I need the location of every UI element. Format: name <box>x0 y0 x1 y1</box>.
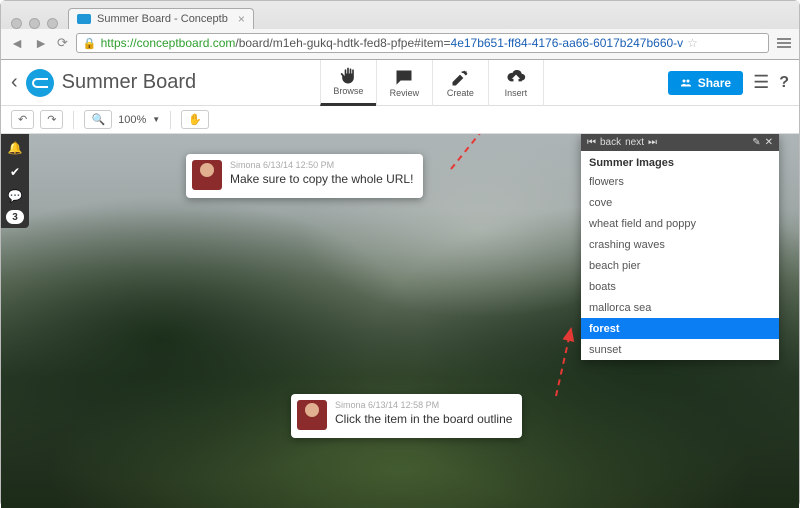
undo-button[interactable]: ↶ <box>11 110 34 129</box>
browser-tab-bar: Summer Board - Conceptb × <box>1 1 799 29</box>
outline-item[interactable]: sunset <box>581 339 779 360</box>
outline-item[interactable]: boats <box>581 276 779 297</box>
url-hash-prefix: #item= <box>414 36 450 50</box>
comment-text: Click the item in the board outline <box>335 412 512 426</box>
comment-icon[interactable]: 💬 <box>5 186 25 206</box>
outline-last-icon[interactable]: ⏭ <box>648 137 657 148</box>
app-logo[interactable] <box>26 69 54 97</box>
outline-panel: ⏮ back next ⏭ ✎ ✕ Summer Images flowersc… <box>581 134 779 360</box>
comment-author: Simona <box>335 400 366 410</box>
tool-review[interactable]: Review <box>376 60 432 106</box>
comment-timestamp: 6/13/14 12:58 PM <box>368 400 439 410</box>
outline-back-button[interactable]: back <box>600 137 621 148</box>
tool-label: Insert <box>505 88 528 98</box>
outline-first-icon[interactable]: ⏮ <box>587 137 596 148</box>
zoom-toolbar: ↶ ↷ 🔍 100% ▼ ✋ <box>1 106 799 134</box>
pencil-text-icon <box>450 68 470 88</box>
outline-list-icon[interactable]: ☰ <box>753 72 769 93</box>
favicon <box>77 14 91 24</box>
divider <box>73 111 74 129</box>
board-canvas[interactable]: 🔔 ✔ 💬 3 Simona 6/13/14 12:50 PM Make sur… <box>1 134 799 508</box>
nav-reload-icon[interactable]: ⟳ <box>57 35 68 51</box>
url-host: conceptboard.com <box>137 36 236 50</box>
board-title: Summer Board <box>62 71 197 94</box>
help-icon[interactable]: ? <box>779 74 789 92</box>
url-scheme: https:// <box>101 36 137 50</box>
browser-chrome: Summer Board - Conceptb × ◄ ► ⟳ 🔒 https:… <box>1 1 799 60</box>
speech-check-icon <box>394 68 414 88</box>
tab-close-icon[interactable]: × <box>238 12 245 26</box>
nav-back-icon[interactable]: ◄ <box>9 35 25 51</box>
outline-item[interactable]: wheat field and poppy <box>581 213 779 234</box>
bookmark-star-icon[interactable]: ☆ <box>687 36 698 50</box>
outline-edit-icon[interactable]: ✎ <box>752 137 760 148</box>
share-button[interactable]: Share <box>668 71 743 95</box>
tab-title: Summer Board - Conceptb <box>97 13 228 25</box>
left-activity-rail: 🔔 ✔ 💬 3 <box>1 134 29 228</box>
comment-text: Make sure to copy the whole URL! <box>230 172 413 186</box>
comment-card[interactable]: Simona 6/13/14 12:58 PM Click the item i… <box>291 394 522 438</box>
tool-browse[interactable]: Browse <box>320 60 376 106</box>
url-hash-highlight: 4e17b651-ff84-4176-aa66-6017b247b660-v <box>451 36 684 50</box>
pan-tool-button[interactable]: ✋ <box>181 110 209 129</box>
browser-tab[interactable]: Summer Board - Conceptb × <box>68 8 254 29</box>
comment-card[interactable]: Simona 6/13/14 12:50 PM Make sure to cop… <box>186 154 423 198</box>
tool-create[interactable]: Create <box>432 60 488 106</box>
window-controls[interactable] <box>11 18 58 29</box>
lock-icon: 🔒 <box>83 37 97 50</box>
redo-button[interactable]: ↷ <box>40 110 63 129</box>
tool-label: Browse <box>333 86 363 96</box>
url-path: /board/m1eh-gukq-hdtk-fed8-pfpe <box>235 36 414 50</box>
browser-menu-icon[interactable] <box>777 38 791 48</box>
nav-forward-icon[interactable]: ► <box>33 35 49 51</box>
outline-item[interactable]: cove <box>581 192 779 213</box>
outline-title: Summer Images <box>581 151 779 171</box>
outline-item[interactable]: crashing waves <box>581 234 779 255</box>
bell-icon[interactable]: 🔔 <box>5 138 25 158</box>
hand-icon <box>338 66 358 86</box>
zoom-dropdown-icon[interactable]: ▼ <box>152 115 160 124</box>
people-icon <box>680 77 692 89</box>
tool-insert[interactable]: Insert <box>488 60 544 106</box>
avatar <box>192 160 222 190</box>
comment-count-badge[interactable]: 3 <box>6 210 24 224</box>
outline-next-button[interactable]: next <box>625 137 644 148</box>
app-header: ‹ Summer Board Browse Review Create Inse… <box>1 60 799 134</box>
tool-label: Create <box>447 88 474 98</box>
window-close-dot[interactable] <box>11 18 22 29</box>
comment-timestamp: 6/13/14 12:50 PM <box>263 160 334 170</box>
outline-item[interactable]: beach pier <box>581 255 779 276</box>
share-label: Share <box>698 76 731 90</box>
outline-header: ⏮ back next ⏭ ✎ ✕ <box>581 134 779 151</box>
back-arrow-icon[interactable]: ‹ <box>11 71 18 94</box>
window-maximize-dot[interactable] <box>47 18 58 29</box>
outline-item[interactable]: mallorca sea <box>581 297 779 318</box>
tool-label: Review <box>390 88 420 98</box>
comment-author: Simona <box>230 160 261 170</box>
comment-meta: Simona 6/13/14 12:58 PM <box>335 400 512 410</box>
comment-meta: Simona 6/13/14 12:50 PM <box>230 160 413 170</box>
zoom-level: 100% <box>118 114 146 126</box>
cloud-upload-icon <box>506 68 526 88</box>
zoom-fit-button[interactable]: 🔍 <box>84 110 112 129</box>
mode-toolbar: Browse Review Create Insert <box>320 60 544 106</box>
url-bar[interactable]: 🔒 https://conceptboard.com/board/m1eh-gu… <box>76 33 769 53</box>
outline-item[interactable]: forest <box>581 318 779 339</box>
divider <box>170 111 171 129</box>
window-minimize-dot[interactable] <box>29 18 40 29</box>
browser-nav-row: ◄ ► ⟳ 🔒 https://conceptboard.com/board/m… <box>1 29 799 59</box>
check-circle-icon[interactable]: ✔ <box>5 162 25 182</box>
outline-item[interactable]: flowers <box>581 171 779 192</box>
avatar <box>297 400 327 430</box>
outline-close-icon[interactable]: ✕ <box>765 137 773 148</box>
